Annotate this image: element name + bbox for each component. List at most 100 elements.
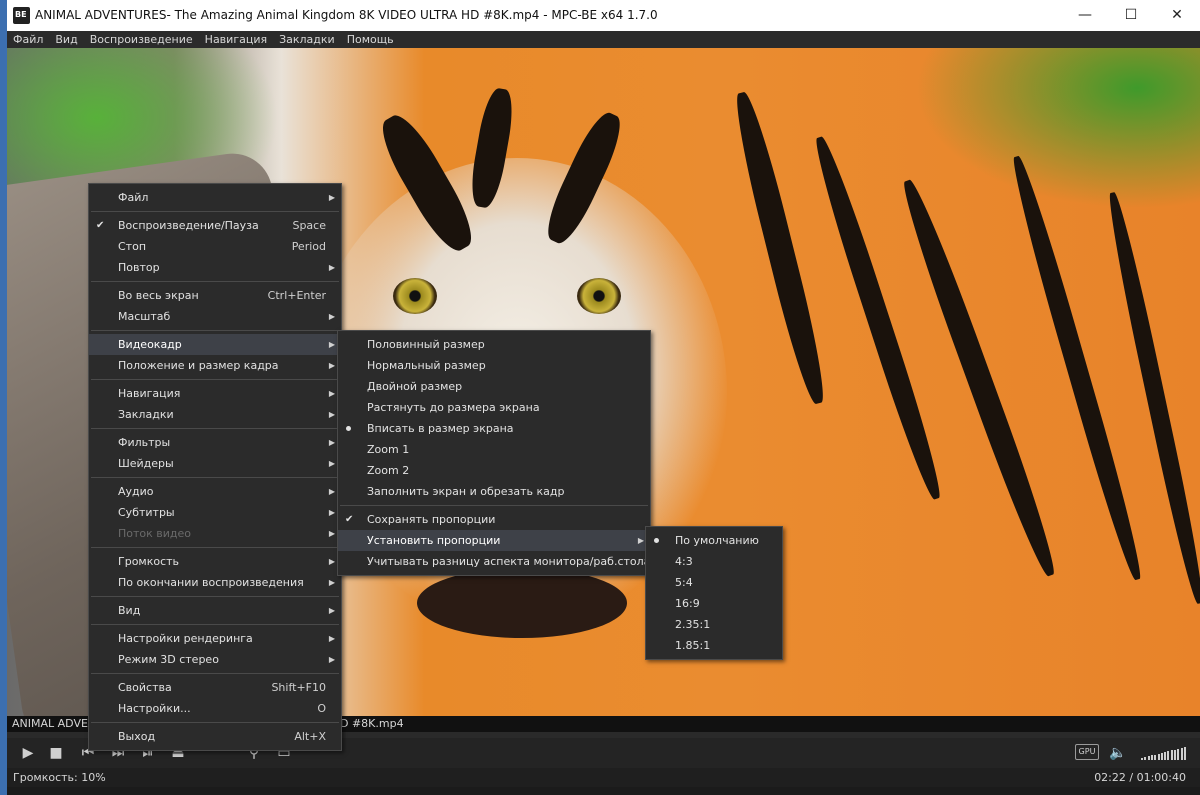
menu-item[interactable]: По умолчанию <box>646 530 782 551</box>
menu-separator <box>91 596 339 597</box>
menu-item-label: 5:4 <box>675 576 693 589</box>
menu-item-label: Zoom 1 <box>367 443 410 456</box>
menu-item[interactable]: Установить пропорции ▶ <box>338 530 650 551</box>
close-button[interactable]: ✕ <box>1154 0 1200 31</box>
submenu-arrow-icon: ▶ <box>328 578 335 587</box>
menu-item[interactable]: Половинный размер <box>338 334 650 355</box>
context-menu: Файл ▶ Воспроизведение/Пауза ✔ Space Стоп Peri… <box>88 183 342 751</box>
menu-item[interactable]: Свойства Shift+F10 <box>89 677 341 698</box>
menu-item[interactable]: Закладки ▶ <box>89 404 341 425</box>
menubar-item[interactable]: Закладки <box>273 31 341 48</box>
menu-item-shortcut: Period <box>291 240 326 253</box>
menu-item-label: Режим 3D стерео <box>118 653 219 666</box>
maximize-button[interactable]: ☐ <box>1108 0 1154 31</box>
menu-item-label: Вид <box>118 604 141 617</box>
menu-item[interactable]: Растянуть до размера экрана <box>338 397 650 418</box>
menu-separator <box>91 722 339 723</box>
menu-separator <box>91 428 339 429</box>
menu-item[interactable]: Масштаб ▶ <box>89 306 341 327</box>
menu-item[interactable]: Заполнить экран и обрезать кадр <box>338 481 650 502</box>
menubar-item[interactable]: Файл <box>7 31 49 48</box>
menu-item-label: Сохранять пропорции <box>367 513 496 526</box>
menu-separator <box>91 547 339 548</box>
volume-status: Громкость: 10% <box>13 771 106 784</box>
menu-item[interactable]: Нормальный размер <box>338 355 650 376</box>
menu-item[interactable]: Режим 3D стерео ▶ <box>89 649 341 670</box>
title-bar[interactable]: BE ANIMAL ADVENTURES- The Amazing Animal… <box>7 0 1200 31</box>
menu-item-label: 16:9 <box>675 597 700 610</box>
menu-item-label: Аудио <box>118 485 154 498</box>
menu-item[interactable]: Настройки... O <box>89 698 341 719</box>
menu-item-shortcut: Space <box>292 219 326 232</box>
menu-item[interactable]: Zoom 1 <box>338 439 650 460</box>
menu-item[interactable]: Стоп Period <box>89 236 341 257</box>
menu-item[interactable]: По окончании воспроизведения ▶ <box>89 572 341 593</box>
time-status: 02:22 / 01:00:40 <box>1094 771 1186 784</box>
menu-item[interactable]: Настройки рендеринга ▶ <box>89 628 341 649</box>
menu-item[interactable]: Видеокадр ▶ <box>89 334 341 355</box>
menu-item-label: Растянуть до размера экрана <box>367 401 540 414</box>
menu-item[interactable]: Субтитры ▶ <box>89 502 341 523</box>
menu-item[interactable]: Фильтры ▶ <box>89 432 341 453</box>
window-title: ANIMAL ADVENTURES- The Amazing Animal Ki… <box>35 8 658 22</box>
submenu-arrow-icon: ▶ <box>328 361 335 370</box>
menu-item-label: Воспроизведение/Пауза <box>118 219 259 232</box>
menu-item-label: По умолчанию <box>675 534 759 547</box>
menu-item[interactable]: Выход Alt+X <box>89 726 341 747</box>
menu-item[interactable]: 4:3 <box>646 551 782 572</box>
submenu-arrow-icon: ▶ <box>328 487 335 496</box>
menu-item[interactable]: 16:9 <box>646 593 782 614</box>
menu-item[interactable]: 1.85:1 <box>646 635 782 656</box>
menu-item-label: Во весь экран <box>118 289 199 302</box>
menu-item[interactable]: Шейдеры ▶ <box>89 453 341 474</box>
tiger-mouth <box>417 568 627 638</box>
submenu-arrow-icon: ▶ <box>328 459 335 468</box>
menu-item[interactable]: Повтор ▶ <box>89 257 341 278</box>
menu-item[interactable]: Навигация ▶ <box>89 383 341 404</box>
menubar-item[interactable]: Навигация <box>199 31 273 48</box>
menu-item[interactable]: Во весь экран Ctrl+Enter <box>89 285 341 306</box>
menu-item-label: Навигация <box>118 387 181 400</box>
menu-item[interactable]: Аудио ▶ <box>89 481 341 502</box>
submenu-arrow-icon: ▶ <box>328 410 335 419</box>
submenu-arrow-icon: ▶ <box>328 634 335 643</box>
volume-slider[interactable] <box>1141 746 1187 760</box>
menubar-item[interactable]: Помощь <box>341 31 400 48</box>
menu-item[interactable]: Вид ▶ <box>89 600 341 621</box>
submenu-arrow-icon: ▶ <box>328 438 335 447</box>
stop-icon[interactable]: ■ <box>47 744 65 762</box>
submenu-arrow-icon: ▶ <box>328 529 335 538</box>
menu-item[interactable]: Двойной размер <box>338 376 650 397</box>
menubar-item[interactable]: Вид <box>49 31 83 48</box>
menubar-item[interactable]: Воспроизведение <box>84 31 199 48</box>
submenu-arrow-icon: ▶ <box>328 389 335 398</box>
menu-item-label: Вписать в размер экрана <box>367 422 514 435</box>
play-icon[interactable]: ▶ <box>19 744 37 762</box>
gpu-badge: GPU <box>1075 744 1099 760</box>
menu-item-label: Повтор <box>118 261 160 274</box>
tiger-eye <box>393 278 437 314</box>
menu-item-label: Положение и размер кадра <box>118 359 279 372</box>
volume-icon[interactable]: 🔈 <box>1109 744 1127 762</box>
menu-item[interactable]: Положение и размер кадра ▶ <box>89 355 341 376</box>
menu-item: Поток видео ▶ <box>89 523 341 544</box>
menu-item[interactable]: Файл ▶ <box>89 187 341 208</box>
menu-item[interactable]: 5:4 <box>646 572 782 593</box>
submenu-arrow-icon: ▶ <box>328 655 335 664</box>
menu-separator <box>91 281 339 282</box>
minimize-button[interactable]: — <box>1062 0 1108 31</box>
menu-item[interactable]: Zoom 2 <box>338 460 650 481</box>
submenu-arrow-icon: ▶ <box>328 263 335 272</box>
submenu-arrow-icon: ▶ <box>328 193 335 202</box>
menu-item[interactable]: Вписать в размер экрана <box>338 418 650 439</box>
app-logo-icon: BE <box>13 7 30 24</box>
menu-item[interactable]: Сохранять пропорции ✔ <box>338 509 650 530</box>
menu-item-label: Фильтры <box>118 436 171 449</box>
menu-item-label: Громкость <box>118 555 180 568</box>
menu-item[interactable]: Воспроизведение/Пауза ✔ Space <box>89 215 341 236</box>
menu-item-label: Видеокадр <box>118 338 182 351</box>
menu-item-label: Шейдеры <box>118 457 174 470</box>
menu-item[interactable]: 2.35:1 <box>646 614 782 635</box>
menu-item[interactable]: Громкость ▶ <box>89 551 341 572</box>
menu-item[interactable]: Учитывать разницу аспекта монитора/раб.с… <box>338 551 650 572</box>
